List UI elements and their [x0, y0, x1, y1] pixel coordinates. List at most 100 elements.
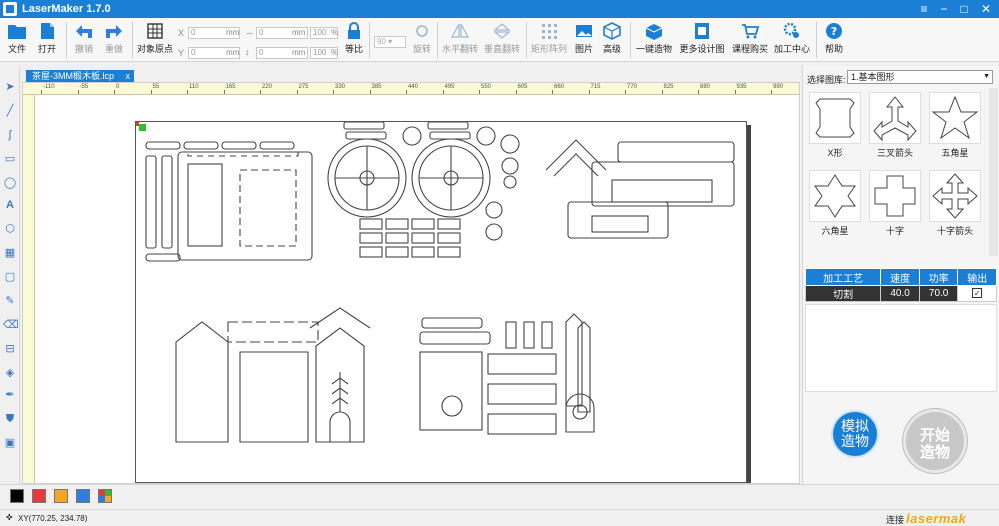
color-swatch-orange[interactable]	[54, 489, 68, 503]
ruler-tick	[260, 90, 261, 94]
more-designs-button[interactable]: 更多设计图	[678, 20, 726, 60]
coordinate-icon: ✜	[6, 513, 13, 522]
ellipse-tool-icon[interactable]: ◯	[3, 176, 17, 190]
app-logo-icon	[3, 2, 17, 16]
rotate-icon	[416, 25, 428, 37]
shape-cross-arrow[interactable]	[929, 170, 981, 222]
library-scrollbar[interactable]	[989, 88, 998, 256]
ruler-label: 990	[773, 84, 784, 90]
ruler-tick	[114, 90, 115, 94]
advanced-button[interactable]: 高级	[600, 20, 624, 60]
line-tool-icon[interactable]: ╱	[3, 104, 17, 118]
layer-table: 加工工艺 速度 功率 输出 切割 40.0 70.0 ✓	[804, 268, 997, 302]
image-button[interactable]: 图片	[572, 20, 596, 60]
layer-process[interactable]: 切割	[804, 285, 882, 302]
ruler-tick	[187, 90, 188, 94]
ruler-tick	[406, 90, 407, 94]
layer-speed[interactable]: 40.0	[880, 285, 920, 302]
curve-tool-icon[interactable]: ∫	[3, 128, 17, 142]
ruler-tick	[223, 90, 225, 94]
edit-node-tool-icon[interactable]: ✎	[3, 294, 17, 308]
table-tool-icon[interactable]: ▦	[3, 246, 17, 260]
menu-icon[interactable]: ≡	[914, 1, 934, 17]
rectangle-tool-icon[interactable]: ▭	[3, 152, 17, 166]
text-tool-icon[interactable]: A	[3, 198, 17, 212]
close-tab-icon[interactable]: x	[126, 70, 131, 82]
cube-icon	[603, 22, 621, 40]
ruler-label: 440	[408, 84, 419, 90]
layer-power[interactable]: 70.0	[918, 285, 959, 302]
restore-button[interactable]: □	[954, 1, 974, 17]
redo-button[interactable]: 重做	[100, 20, 128, 60]
layout-tool-icon[interactable]: ▣	[3, 436, 17, 450]
start-button[interactable]: 开始 造物	[903, 409, 967, 473]
ruler-tick	[661, 90, 663, 94]
ruler-label: 385	[371, 84, 382, 90]
rect-array-button[interactable]: 矩形阵列	[530, 20, 568, 60]
ruler-tick	[150, 90, 152, 94]
ruler-tick	[734, 90, 736, 94]
close-button[interactable]: ✕	[976, 1, 996, 17]
minimize-button[interactable]: −	[934, 1, 954, 17]
ruler-label: 110	[189, 84, 199, 90]
shape-cross[interactable]	[869, 170, 921, 222]
grid-origin-icon	[147, 23, 163, 39]
cross-icon	[874, 175, 916, 217]
file-button[interactable]: 文件	[4, 20, 30, 60]
ruler-tick	[442, 90, 444, 94]
shape-six-point-star[interactable]	[809, 170, 861, 222]
shield-tool-icon[interactable]: ⛊	[3, 412, 17, 426]
tab-document[interactable]: 茶屋-3MM椴木板.lcp x	[26, 70, 135, 82]
select-tool-icon[interactable]: ➤	[3, 80, 17, 94]
lock-icon	[348, 22, 360, 39]
undo-icon	[76, 25, 92, 38]
help-button[interactable]: ? 帮助	[820, 20, 848, 60]
main-toolbar: 文件 打开 撤销 重做 对象原点 X 0 mm Y 0 mm ↔ 0 mm ↕ …	[0, 18, 999, 62]
color-swatch-black[interactable]	[10, 489, 24, 503]
object-origin-button[interactable]: 对象原点	[136, 20, 174, 60]
three-way-arrow-icon	[873, 96, 917, 142]
output-checkbox[interactable]: ✓	[957, 285, 997, 302]
array-icon	[542, 24, 557, 39]
simulate-button[interactable]: 模拟 造物	[833, 412, 877, 456]
document-tabs: 茶屋-3MM椴木板.lcp x	[22, 70, 802, 82]
ruler-label: -110	[43, 84, 55, 90]
rotate-button[interactable]: 旋转	[410, 20, 434, 60]
flip-vertical-icon	[493, 23, 511, 39]
ruler-tick	[552, 90, 553, 94]
work-panel[interactable]	[135, 121, 747, 483]
measure-tool-icon[interactable]: ⊟	[3, 342, 17, 356]
rounded-rect-tool-icon[interactable]: ▢	[3, 270, 17, 284]
color-swatch-red[interactable]	[32, 489, 46, 503]
canvas-area[interactable]: -110 -55 0 55 110 165 220 275 330 385 440 495 550 605…	[22, 82, 800, 484]
fill-tool-icon[interactable]: ◈	[3, 366, 17, 380]
shape-three-way-arrow[interactable]	[869, 92, 921, 144]
shape-x-form[interactable]	[809, 92, 861, 144]
ruler-tick	[588, 90, 590, 94]
color-swatch-multi[interactable]	[98, 489, 112, 503]
shape-five-point-star[interactable]	[929, 92, 981, 144]
flip-horizontal-button[interactable]: 水平翻转	[440, 20, 480, 60]
processing-center-button[interactable]: 加工中心	[772, 20, 812, 60]
eraser-tool-icon[interactable]: ⌫	[3, 318, 19, 332]
angle-field[interactable]: 90 ▾	[374, 36, 406, 48]
one-click-make-button[interactable]: 一键造物	[633, 20, 675, 60]
ruler-tick	[369, 90, 371, 94]
ruler-label: 495	[444, 84, 455, 90]
drawing-area[interactable]	[35, 95, 799, 483]
color-swatch-blue[interactable]	[76, 489, 90, 503]
ruler-label: 550	[481, 84, 492, 90]
flip-vertical-button[interactable]: 垂直翻转	[482, 20, 522, 60]
open-button[interactable]: 打开	[34, 20, 60, 60]
layer-row[interactable]: 切割 40.0 70.0 ✓	[804, 285, 997, 302]
undo-button[interactable]: 撤销	[70, 20, 98, 60]
box-icon	[645, 24, 663, 40]
height-icon: ↕	[245, 47, 250, 57]
course-purchase-button[interactable]: 课程购买	[730, 20, 770, 60]
polygon-tool-icon[interactable]: ⬡	[3, 222, 17, 236]
pen-tool-icon[interactable]: ✒	[3, 388, 17, 402]
library-select[interactable]: 1.基本图形 ▼	[847, 70, 993, 84]
header-speed: 速度	[880, 268, 920, 286]
title-bar: LaserMaker 1.7.0 ≡ − □ ✕	[0, 0, 999, 18]
proportional-button[interactable]: 等比	[342, 20, 366, 60]
